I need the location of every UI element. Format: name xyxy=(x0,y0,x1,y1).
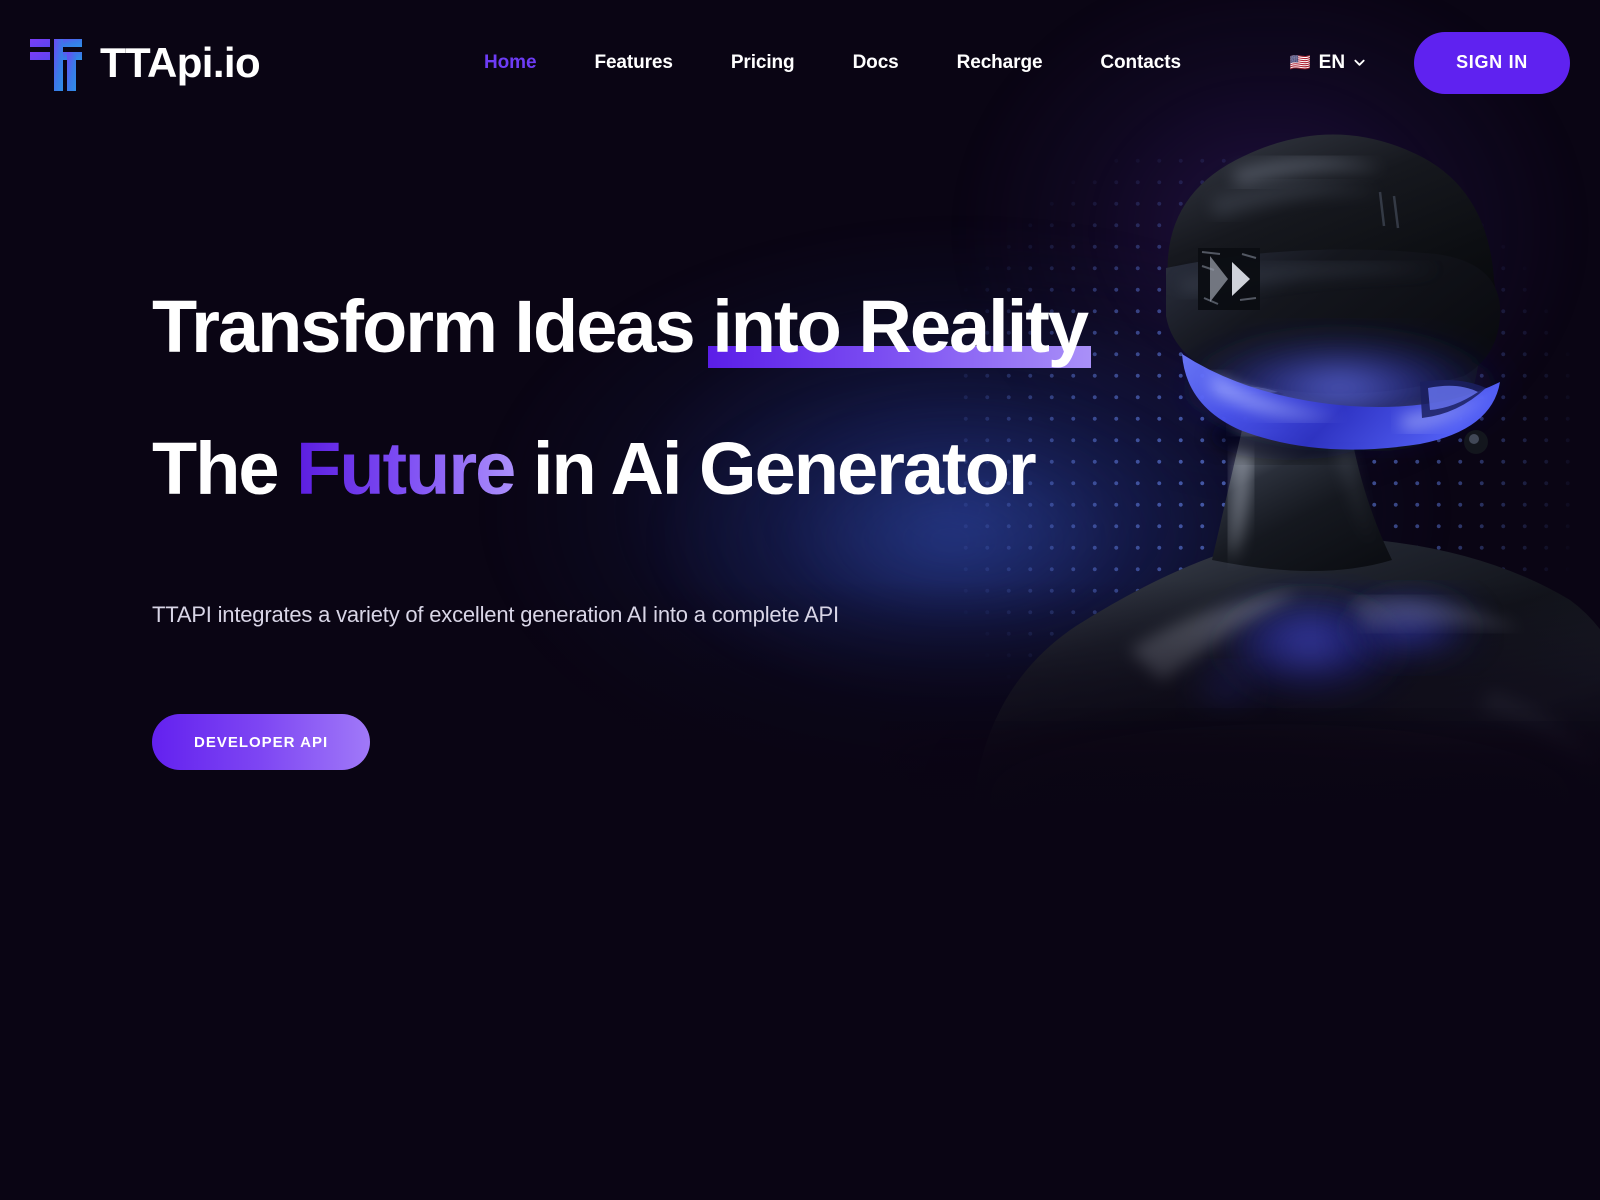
hero-headline-line2: The Future in Ai Generator xyxy=(152,432,1112,506)
brand-name: TTApi.io xyxy=(100,38,261,86)
nav-item-recharge[interactable]: Recharge xyxy=(928,44,1072,82)
developer-api-button[interactable]: DEVELOPER API xyxy=(152,714,371,770)
language-selector[interactable]: 🇺🇸 EN xyxy=(1290,52,1367,74)
sign-in-button[interactable]: SIGN IN xyxy=(1414,31,1570,94)
hero-content: Transform Ideas into Reality The Future … xyxy=(152,290,1112,770)
landing-page: TTApi.io Home Features Pricing Docs Rech… xyxy=(0,0,1600,1200)
nav-item-pricing[interactable]: Pricing xyxy=(702,44,824,82)
headline-plain-text: Transform Ideas xyxy=(152,285,713,368)
header-actions: 🇺🇸 EN SIGN IN xyxy=(1290,31,1570,94)
hero-subtitle: TTAPI integrates a variety of excellent … xyxy=(152,602,839,627)
headline-gradient-word: Future xyxy=(296,427,516,510)
language-code: EN xyxy=(1318,51,1346,73)
ttapi-logo-icon xyxy=(28,33,84,93)
chevron-down-icon xyxy=(1353,56,1366,69)
headline-line2-prefix: The xyxy=(152,427,297,510)
nav-item-docs[interactable]: Docs xyxy=(824,44,928,82)
main-navigation: Home Features Pricing Docs Recharge Cont… xyxy=(455,44,1210,82)
us-flag-icon: 🇺🇸 xyxy=(1289,53,1311,72)
brand-logo[interactable]: TTApi.io xyxy=(28,33,261,93)
headline-line2-suffix: in Ai Generator xyxy=(514,427,1037,510)
nav-item-home[interactable]: Home xyxy=(455,44,565,82)
site-header: TTApi.io Home Features Pricing Docs Rech… xyxy=(0,0,1600,125)
nav-item-contacts[interactable]: Contacts xyxy=(1071,44,1210,82)
headline-highlighted-text: into Reality xyxy=(708,285,1091,368)
nav-item-features[interactable]: Features xyxy=(565,44,701,82)
hero-headline-line1: Transform Ideas into Reality xyxy=(152,285,1112,368)
